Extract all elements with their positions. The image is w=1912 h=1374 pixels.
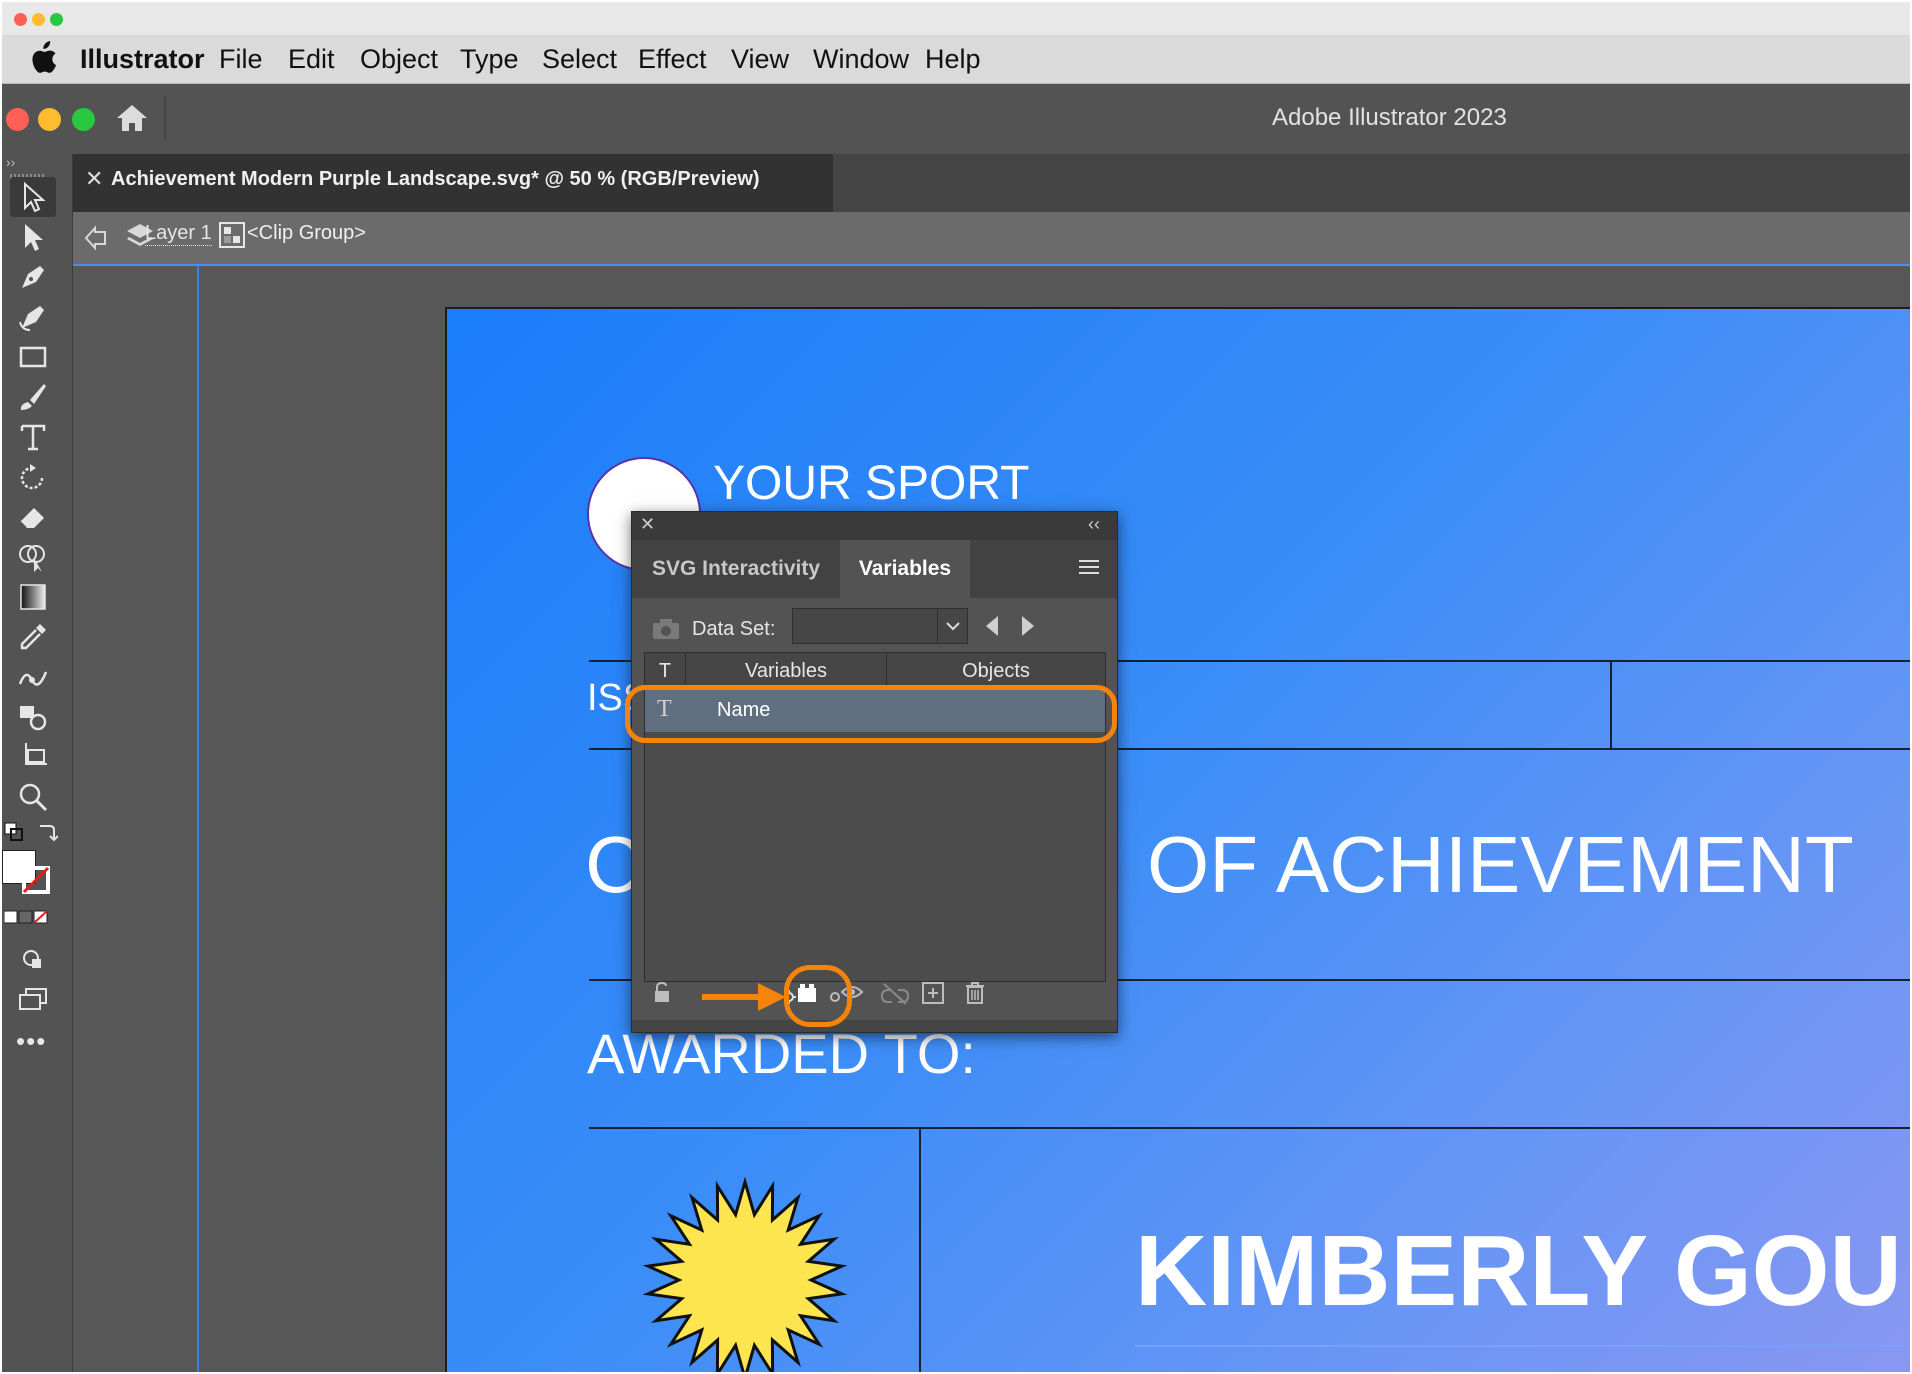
new-variable-icon[interactable] (920, 980, 946, 1006)
curvature-tool-icon[interactable] (10, 297, 56, 337)
back-arrow-icon[interactable] (83, 224, 111, 252)
capture-data-set-icon[interactable] (652, 618, 680, 640)
divider-vertical-2 (919, 1127, 921, 1372)
close-tab-icon[interactable]: ✕ (85, 166, 103, 192)
app-version-title: Adobe Illustrator 2023 (1272, 104, 1507, 131)
more-tools-icon[interactable]: ••• (16, 1026, 46, 1057)
appbar-divider (164, 96, 166, 140)
menu-view[interactable]: View (731, 44, 789, 75)
app-minimize-button[interactable] (38, 108, 61, 131)
panel-collapse-icon[interactable]: ‹‹ (1088, 514, 1100, 535)
isolation-breadcrumb: Layer 1 <Clip Group> (73, 212, 1910, 266)
rotate-tool-icon[interactable] (10, 457, 56, 497)
previous-data-set-icon[interactable] (984, 614, 1000, 638)
unbind-variable-icon[interactable] (878, 980, 912, 1006)
menu-edit[interactable]: Edit (288, 44, 335, 75)
expand-toolbar-icon[interactable]: ›› (6, 154, 15, 170)
drawing-mode-icon[interactable] (10, 940, 56, 980)
live-paint-tool-icon[interactable] (10, 697, 56, 737)
tab-variables[interactable]: Variables (840, 540, 970, 598)
panel-close-icon[interactable]: ✕ (640, 514, 655, 535)
recipient-underline (1135, 1345, 1910, 1347)
next-data-set-icon[interactable] (1020, 614, 1036, 638)
swap-colors-icon[interactable] (36, 820, 59, 842)
menu-app-name[interactable]: Illustrator (80, 44, 205, 75)
minimize-window-button[interactable] (32, 13, 45, 26)
document-tab-title: Achievement Modern Purple Landscape.svg*… (111, 168, 760, 190)
panel-menu-icon[interactable] (1078, 558, 1100, 576)
column-header-type[interactable]: T (645, 653, 686, 689)
pen-tool-icon[interactable] (10, 257, 56, 297)
breadcrumb-layer[interactable]: Layer 1 (145, 222, 212, 246)
zoom-window-button[interactable] (50, 13, 63, 26)
heading-achievement[interactable]: OF ACHIEVEMENT (1147, 819, 1854, 911)
chevron-down-icon[interactable] (937, 609, 968, 643)
data-set-label: Data Set: (692, 618, 776, 640)
stroke-color-swatch[interactable] (22, 866, 50, 894)
menu-type[interactable]: Type (460, 44, 519, 75)
lock-variables-icon[interactable] (650, 980, 676, 1006)
divider-vertical-1 (1610, 660, 1612, 750)
type-tool-icon[interactable] (10, 417, 56, 457)
panel-header[interactable]: ✕ ‹‹ (632, 512, 1117, 540)
breadcrumb-group[interactable]: <Clip Group> (247, 222, 366, 245)
divider-4 (589, 1127, 1910, 1129)
clip-group-icon (219, 222, 245, 248)
direct-selection-tool-icon[interactable] (10, 217, 56, 257)
color-mode-icons[interactable] (3, 910, 48, 924)
eraser-tool-icon[interactable] (10, 497, 56, 537)
shape-builder-tool-icon[interactable] (10, 537, 56, 577)
menu-file[interactable]: File (219, 44, 263, 75)
app-window: Illustrator File Edit Object Type Select… (2, 2, 1910, 1372)
puppet-warp-tool-icon[interactable] (10, 657, 56, 697)
document-tab-bar: ✕ Achievement Modern Purple Landscape.sv… (73, 154, 1910, 212)
default-colors-icon[interactable] (4, 822, 24, 842)
window-title-strip (2, 2, 1910, 35)
document-tab[interactable]: ✕ Achievement Modern Purple Landscape.sv… (73, 154, 833, 212)
eyedropper-tool-icon[interactable] (10, 617, 56, 657)
column-header-objects[interactable]: Objects (887, 653, 1105, 689)
panel-resize-grip[interactable] (632, 1020, 1117, 1032)
delete-variable-icon[interactable] (962, 980, 988, 1006)
menu-effect[interactable]: Effect (638, 44, 707, 75)
app-zoom-button[interactable] (72, 108, 95, 131)
menubar: Illustrator File Edit Object Type Select… (2, 35, 1910, 84)
orange-arrow-icon (700, 980, 788, 1014)
screen-mode-icon[interactable] (10, 980, 56, 1020)
menu-object[interactable]: Object (360, 44, 438, 75)
zoom-tool-icon[interactable] (10, 777, 56, 817)
gradient-tool-icon[interactable] (10, 577, 56, 617)
home-icon[interactable] (114, 100, 150, 136)
tools-panel: ›› ••• (2, 154, 73, 1372)
rectangle-tool-icon[interactable] (10, 337, 56, 377)
selection-tool-icon[interactable] (10, 177, 56, 217)
variables-panel: ✕ ‹‹ SVG Interactivity Variables Data Se… (631, 511, 1118, 1033)
app-bar: Adobe Illustrator 2023 (2, 84, 1910, 155)
apple-icon[interactable] (28, 41, 60, 77)
highlight-make-dynamic-button (784, 965, 852, 1027)
paintbrush-tool-icon[interactable] (10, 377, 56, 417)
data-set-select[interactable] (792, 608, 968, 644)
panel-tab-bar: SVG Interactivity Variables (632, 540, 1117, 598)
recipient-name[interactable]: KIMBERLY GOU (1135, 1214, 1902, 1329)
menu-help[interactable]: Help (925, 44, 981, 75)
menu-window[interactable]: Window (813, 44, 909, 75)
sport-text[interactable]: YOUR SPORT (713, 456, 1030, 511)
close-window-button[interactable] (14, 13, 27, 26)
menu-select[interactable]: Select (542, 44, 617, 75)
tab-svg-interactivity[interactable]: SVG Interactivity (632, 540, 840, 598)
highlight-name-row (625, 685, 1117, 743)
starburst-badge[interactable] (642, 1176, 848, 1372)
guide-line (197, 266, 199, 1372)
artboard-tool-icon[interactable] (10, 737, 56, 777)
column-header-variables[interactable]: Variables (686, 653, 887, 689)
app-close-button[interactable] (6, 108, 29, 131)
